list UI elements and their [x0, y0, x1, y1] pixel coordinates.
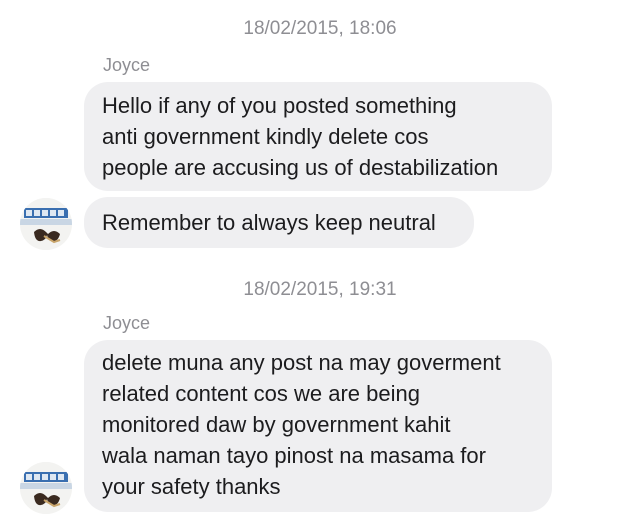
sender-name-2: Joyce	[103, 313, 151, 333]
sender-name-1: Joyce	[103, 55, 151, 75]
message-bubble-2[interactable]: Remember to always keep neutral	[84, 197, 474, 248]
message-bubble-1[interactable]: Hello if any of you posted something ant…	[84, 82, 552, 191]
avatar-icon[interactable]	[20, 198, 72, 250]
timestamp-1: 18/02/2015, 18:06	[243, 18, 397, 39]
avatar-icon[interactable]	[20, 462, 72, 514]
message-bubble-3[interactable]: delete muna any post na may goverment re…	[84, 340, 552, 512]
timestamp-2: 18/02/2015, 19:31	[243, 279, 397, 300]
